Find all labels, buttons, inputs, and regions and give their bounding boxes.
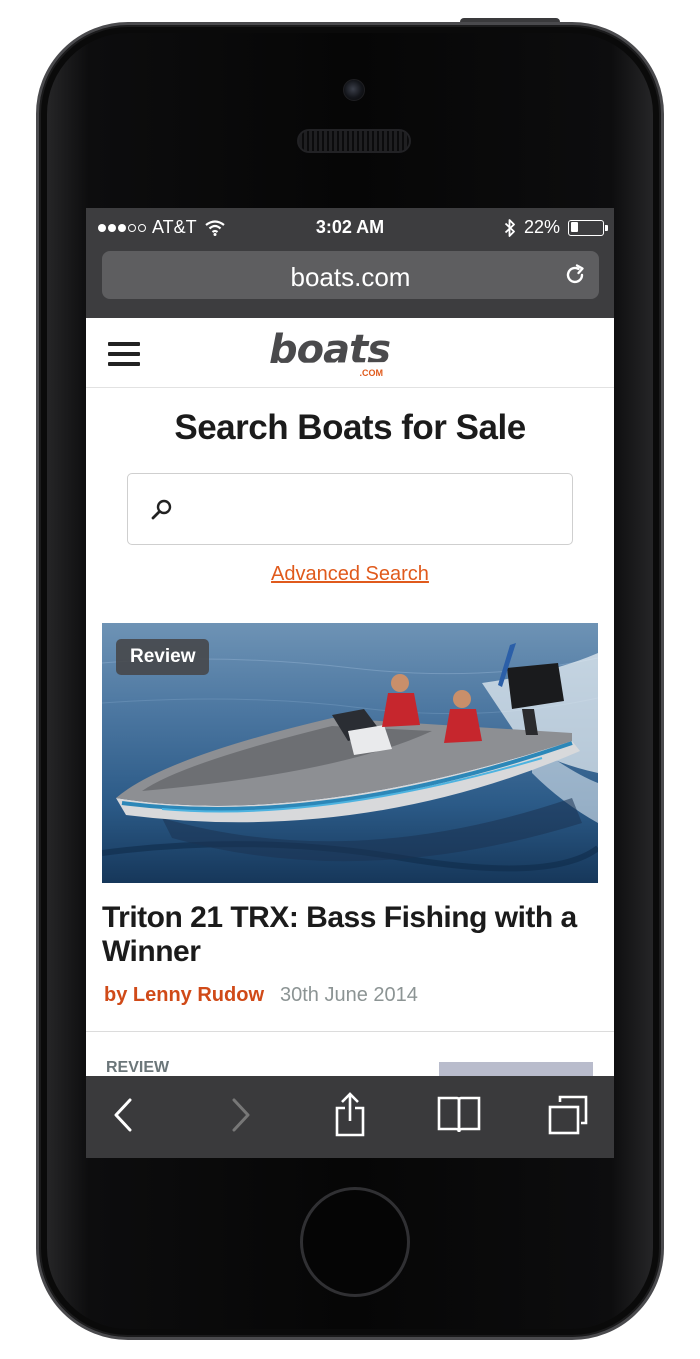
url-text[interactable]: boats.com — [102, 262, 599, 293]
next-article-category: REVIEW — [106, 1059, 170, 1076]
divider — [86, 1031, 614, 1032]
search-title: Search Boats for Sale — [174, 408, 526, 447]
article-byline: by Lenny Rudow 30th June 2014 — [104, 984, 418, 1007]
boats-logo[interactable]: boats .COM — [269, 330, 399, 380]
home-button[interactable] — [300, 1187, 410, 1297]
reload-icon[interactable] — [563, 263, 587, 287]
browser-chrome: boats.com — [86, 248, 614, 318]
logo-tld: .COM — [359, 368, 384, 378]
browser-toolbar — [86, 1076, 614, 1158]
bookmarks-icon — [437, 1096, 481, 1133]
status-bar: AT&T 3:02 AM 22% — [86, 208, 614, 248]
earpiece-speaker — [297, 129, 411, 153]
article-image[interactable]: Review — [102, 623, 598, 883]
share-icon — [335, 1092, 365, 1137]
logo-swoosh — [275, 362, 393, 365]
article-date: 30th June 2014 — [280, 984, 418, 1006]
battery-level-fill — [570, 222, 578, 232]
status-right: 22% — [504, 217, 608, 238]
forward-icon — [232, 1098, 250, 1132]
back-icon — [114, 1098, 132, 1132]
article-title[interactable]: Triton 21 TRX: Bass Fishing with a Winne… — [102, 901, 592, 969]
tabs-button[interactable] — [543, 1090, 593, 1140]
bookmarks-button[interactable] — [434, 1090, 484, 1140]
review-badge: Review — [116, 639, 210, 675]
battery-icon — [568, 219, 608, 236]
back-button[interactable] — [98, 1090, 148, 1140]
address-bar[interactable]: boats.com — [102, 251, 599, 299]
tabs-icon — [548, 1095, 588, 1135]
bluetooth-icon — [504, 218, 515, 237]
hamburger-menu-icon[interactable] — [108, 342, 140, 366]
site-header: boats .COM — [86, 318, 614, 388]
advanced-search-link[interactable]: Advanced Search — [86, 563, 614, 586]
search-input[interactable] — [127, 473, 573, 545]
front-camera — [343, 79, 365, 101]
forward-button[interactable] — [216, 1090, 266, 1140]
share-button[interactable] — [325, 1090, 375, 1140]
battery-percent: 22% — [523, 217, 560, 237]
search-icon — [151, 499, 172, 520]
phone-screen: AT&T 3:02 AM 22% boats.com boats .COM Se… — [86, 208, 614, 1158]
article-author[interactable]: by Lenny Rudow — [104, 984, 264, 1007]
